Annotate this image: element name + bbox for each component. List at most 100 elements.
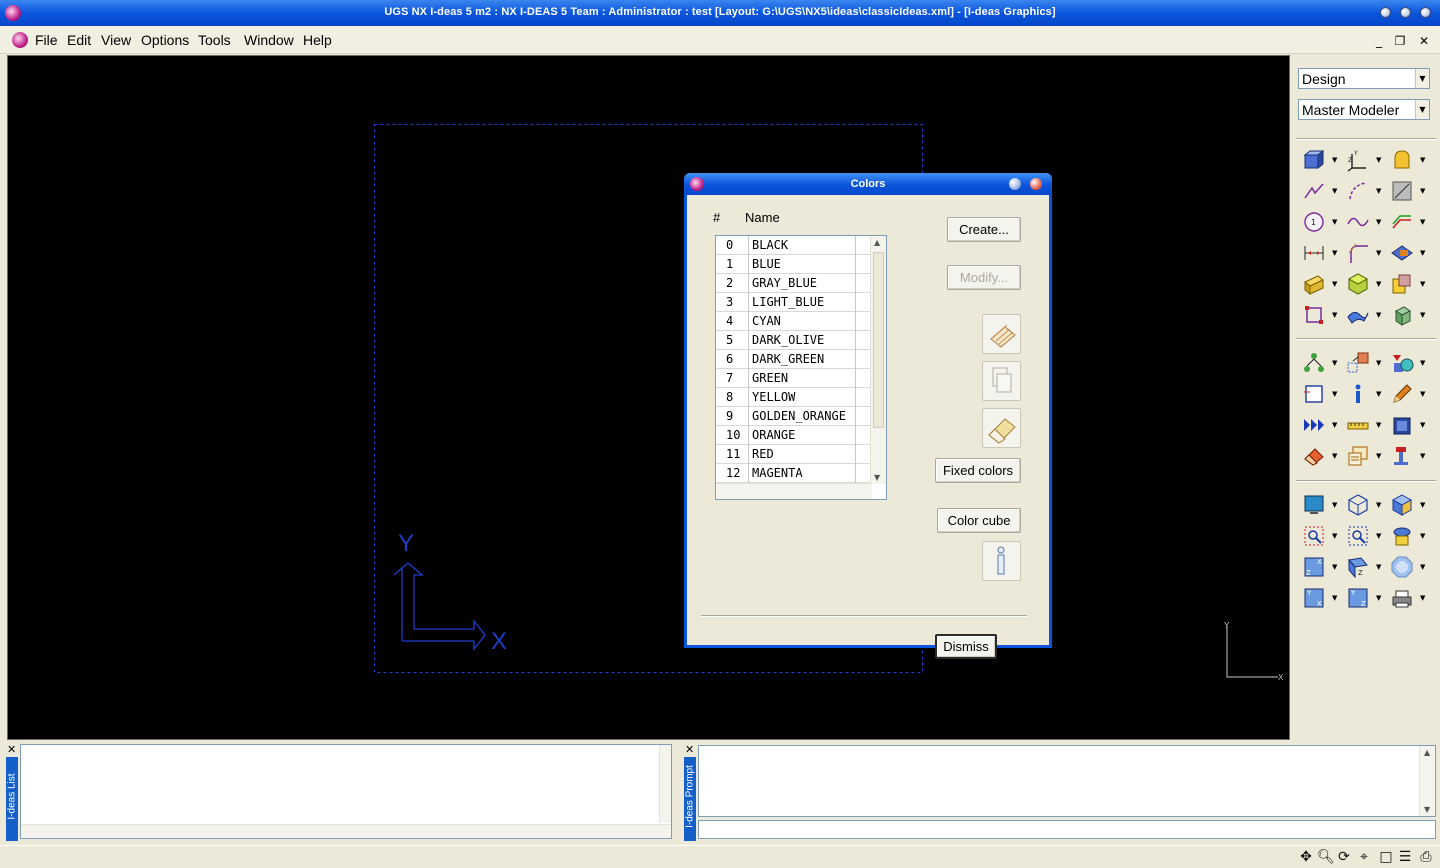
- chevron-down-icon[interactable]: ▼: [1376, 210, 1384, 234]
- measure-icon[interactable]: [1346, 413, 1370, 437]
- chevron-down-icon[interactable]: ▼: [1376, 413, 1384, 437]
- fixed-colors-button[interactable]: Fixed colors: [935, 458, 1021, 483]
- arc-icon[interactable]: [1346, 179, 1370, 203]
- zoom-icon[interactable]: [1346, 524, 1370, 548]
- list-item[interactable]: 1 BLUE: [716, 255, 872, 274]
- chevron-down-icon[interactable]: ▼: [1376, 586, 1384, 610]
- constraint-icon[interactable]: [1390, 241, 1414, 265]
- hierarchy-icon[interactable]: [1302, 351, 1326, 375]
- colors-dialog-titlebar[interactable]: Colors: [684, 173, 1052, 195]
- extrude-feature-icon[interactable]: [1302, 272, 1326, 296]
- chevron-down-icon[interactable]: ▼: [1376, 241, 1384, 265]
- wireframe-cube-icon[interactable]: [1346, 493, 1370, 517]
- wireframe-icon[interactable]: □: [1378, 849, 1394, 865]
- annotation-icon[interactable]: [1346, 444, 1370, 468]
- display-icon[interactable]: [1302, 493, 1326, 517]
- task-select[interactable]: Master Modeler ▼: [1298, 99, 1430, 120]
- list-item[interactable]: 8 YELLOW: [716, 388, 872, 407]
- chevron-down-icon[interactable]: ▼: [1420, 413, 1428, 437]
- list-item[interactable]: 12 MAGENTA: [716, 464, 872, 483]
- chevron-down-icon[interactable]: ▼: [1332, 210, 1340, 234]
- info-icon[interactable]: [1346, 382, 1370, 406]
- offset-curve-icon[interactable]: [1390, 210, 1414, 234]
- mdi-minimize-button[interactable]: _: [1371, 33, 1387, 49]
- chevron-down-icon[interactable]: ▼: [1420, 210, 1428, 234]
- chevron-down-icon[interactable]: ▼: [1376, 179, 1384, 203]
- appearance-icon[interactable]: [1390, 351, 1414, 375]
- view-isometric-icon[interactable]: Z: [1346, 555, 1370, 579]
- delete-color-button[interactable]: [982, 408, 1021, 448]
- dimension-icon[interactable]: [1302, 241, 1326, 265]
- extrude-icon[interactable]: [1390, 148, 1414, 172]
- list-item[interactable]: 5 DARK_OLIVE: [716, 331, 872, 350]
- list-horizontal-scrollbar[interactable]: [21, 824, 671, 838]
- ideas-prompt-tab[interactable]: I-deas Prompt: [684, 757, 696, 841]
- chevron-down-icon[interactable]: ▼: [1376, 444, 1384, 468]
- fillet-sketch-icon[interactable]: [1346, 241, 1370, 265]
- modify-button[interactable]: Modify...: [947, 265, 1021, 290]
- window-maximize-button[interactable]: [1400, 7, 1411, 18]
- list-item[interactable]: 10 ORANGE: [716, 426, 872, 445]
- color-cube-button[interactable]: Color cube: [937, 508, 1021, 533]
- dismiss-button[interactable]: Dismiss: [935, 634, 997, 659]
- workplane-icon[interactable]: [1302, 382, 1326, 406]
- pan-icon[interactable]: ✥: [1298, 849, 1314, 865]
- print-icon[interactable]: ⎙: [1418, 849, 1434, 865]
- select-color-button[interactable]: [982, 314, 1021, 354]
- chevron-down-icon[interactable]: ▼: [1420, 444, 1428, 468]
- view-perspective-icon[interactable]: [1390, 555, 1414, 579]
- application-select[interactable]: Design ▼: [1298, 68, 1430, 89]
- chevron-down-icon[interactable]: ▼: [1420, 493, 1428, 517]
- menu-options[interactable]: Options: [141, 32, 189, 48]
- menu-view[interactable]: View: [101, 32, 131, 48]
- color-list-vertical-scrollbar[interactable]: ▲ ▼: [870, 236, 886, 484]
- list-item[interactable]: 2 GRAY_BLUE: [716, 274, 872, 293]
- window-close-button[interactable]: [1420, 7, 1431, 18]
- chevron-down-icon[interactable]: ▼: [1332, 444, 1340, 468]
- copy-color-button[interactable]: [982, 361, 1021, 401]
- move-icon[interactable]: [1346, 351, 1370, 375]
- shaded-cube-icon[interactable]: [1390, 493, 1414, 517]
- chevron-down-icon[interactable]: ▼: [1332, 272, 1340, 296]
- list-item[interactable]: 7 GREEN: [716, 369, 872, 388]
- list-icon[interactable]: ☰: [1397, 849, 1413, 865]
- chevron-down-icon[interactable]: ▼: [1332, 351, 1340, 375]
- rotate-icon[interactable]: ⟳: [1336, 849, 1352, 865]
- mdi-close-button[interactable]: ✕: [1416, 33, 1432, 49]
- chevron-down-icon[interactable]: ▼: [1376, 524, 1384, 548]
- chevron-down-icon[interactable]: ▼: [1420, 303, 1428, 327]
- chevron-down-icon[interactable]: ▼: [1332, 382, 1340, 406]
- menu-window[interactable]: Window: [244, 32, 294, 48]
- workplane-axes-icon[interactable]: YZ: [1346, 148, 1370, 172]
- chevron-down-icon[interactable]: ▼: [1376, 493, 1384, 517]
- zoom-window-icon[interactable]: [1302, 524, 1326, 548]
- color-list-horizontal-scrollbar[interactable]: [716, 483, 872, 499]
- menu-file[interactable]: File: [35, 32, 58, 48]
- spline-icon[interactable]: [1346, 210, 1370, 234]
- chevron-down-icon[interactable]: ▼: [1420, 524, 1428, 548]
- window-minimize-button[interactable]: [1380, 7, 1391, 18]
- ideas-prompt-output[interactable]: ▲ ▼: [698, 745, 1436, 817]
- chevron-down-icon[interactable]: ▼: [1420, 586, 1428, 610]
- scroll-down-icon[interactable]: ▼: [874, 473, 880, 482]
- assembly-icon[interactable]: [1390, 444, 1414, 468]
- chevron-down-icon[interactable]: ▼: [1332, 179, 1340, 203]
- revolve-icon[interactable]: [1346, 272, 1370, 296]
- chevron-down-icon[interactable]: ▼: [1420, 241, 1428, 265]
- chevron-down-icon[interactable]: ▼: [1415, 69, 1429, 88]
- surface-icon[interactable]: [1346, 303, 1370, 327]
- prompt-vertical-scrollbar[interactable]: ▲ ▼: [1419, 746, 1435, 816]
- scroll-down-icon[interactable]: ▼: [1424, 805, 1430, 814]
- chevron-down-icon[interactable]: ▼: [1420, 272, 1428, 296]
- scroll-up-icon[interactable]: ▲: [874, 238, 880, 247]
- menu-help[interactable]: Help: [303, 32, 332, 48]
- zoom-all-icon[interactable]: ⌖: [1356, 849, 1372, 865]
- chevron-down-icon[interactable]: ▼: [1376, 303, 1384, 327]
- list-item[interactable]: 0 BLACK: [716, 236, 872, 255]
- boolean-icon[interactable]: [1390, 272, 1414, 296]
- eraser-icon[interactable]: [1302, 444, 1326, 468]
- chevron-down-icon[interactable]: ▼: [1332, 413, 1340, 437]
- scrollbar-thumb[interactable]: [873, 252, 884, 428]
- mdi-restore-button[interactable]: ❐: [1392, 33, 1408, 49]
- document-icon[interactable]: [12, 32, 28, 48]
